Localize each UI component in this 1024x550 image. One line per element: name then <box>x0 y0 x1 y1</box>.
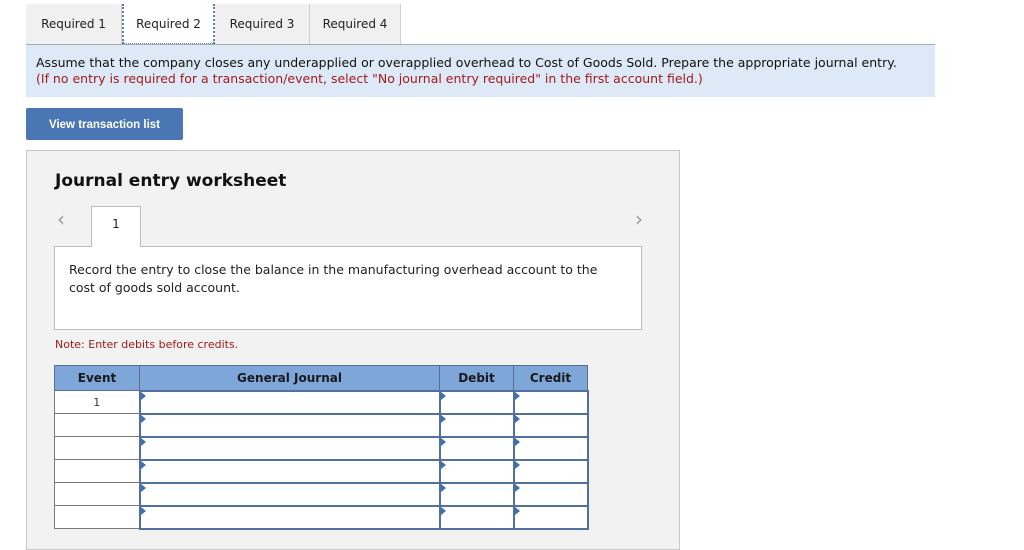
header-credit: Credit <box>513 365 588 391</box>
tab-required-4[interactable]: Required 4 <box>310 4 401 44</box>
debit-input[interactable] <box>440 391 513 413</box>
table-row <box>54 481 589 507</box>
header-general-journal: General Journal <box>139 365 440 391</box>
account-input[interactable] <box>140 506 439 528</box>
event-cell <box>54 436 140 460</box>
credit-cell[interactable] <box>512 481 589 507</box>
account-select-cell[interactable] <box>138 435 441 461</box>
debits-note: Note: Enter debits before credits. <box>55 338 239 351</box>
chevron-right-icon[interactable]: › <box>635 209 643 229</box>
journal-entry-worksheet: Journal entry worksheet ‹ › 1 Record the… <box>26 150 680 550</box>
credit-cell[interactable] <box>512 458 589 484</box>
account-input[interactable] <box>140 391 439 413</box>
account-select-cell[interactable] <box>138 458 441 484</box>
event-cell: 1 <box>54 390 140 414</box>
credit-input[interactable] <box>514 437 587 459</box>
table-row: 1 <box>54 389 589 415</box>
debit-input[interactable] <box>440 506 513 528</box>
event-tab-1[interactable]: 1 <box>91 206 141 247</box>
debit-cell[interactable] <box>438 481 515 507</box>
debit-cell[interactable] <box>438 458 515 484</box>
view-transaction-list-button[interactable]: View transaction list <box>26 108 183 140</box>
account-input[interactable] <box>140 460 439 482</box>
tab-required-2[interactable]: Required 2 <box>122 4 215 44</box>
event-cell <box>54 413 140 437</box>
debit-cell[interactable] <box>438 435 515 461</box>
credit-cell[interactable] <box>512 504 589 530</box>
event-cell <box>54 505 140 529</box>
event-description: Record the entry to close the balance in… <box>54 246 642 330</box>
header-debit: Debit <box>439 365 514 391</box>
debit-input[interactable] <box>440 460 513 482</box>
account-input[interactable] <box>140 414 439 436</box>
debit-cell[interactable] <box>438 389 515 415</box>
worksheet-title: Journal entry worksheet <box>55 171 287 191</box>
account-select-cell[interactable] <box>138 504 441 530</box>
table-row <box>54 412 589 438</box>
journal-table: Event General Journal Debit Credit 1 <box>54 365 589 530</box>
tab-required-1[interactable]: Required 1 <box>26 4 122 44</box>
requirement-tabs: Required 1 Required 2 Required 3 Require… <box>26 4 401 44</box>
chevron-left-icon[interactable]: ‹ <box>57 209 65 229</box>
debit-input[interactable] <box>440 483 513 505</box>
credit-input[interactable] <box>514 460 587 482</box>
instructions-box: Assume that the company closes any under… <box>26 45 935 97</box>
account-select-cell[interactable] <box>138 481 441 507</box>
instructions-text: Assume that the company closes any under… <box>36 55 897 70</box>
debit-input[interactable] <box>440 437 513 459</box>
instructions-note: (If no entry is required for a transacti… <box>36 71 703 86</box>
credit-input[interactable] <box>514 483 587 505</box>
debit-input[interactable] <box>440 414 513 436</box>
account-input[interactable] <box>140 437 439 459</box>
account-select-cell[interactable] <box>138 412 441 438</box>
credit-cell[interactable] <box>512 435 589 461</box>
credit-input[interactable] <box>514 414 587 436</box>
table-row <box>54 435 589 461</box>
credit-cell[interactable] <box>512 389 589 415</box>
header-event: Event <box>54 365 140 391</box>
credit-input[interactable] <box>514 391 587 413</box>
debit-cell[interactable] <box>438 504 515 530</box>
debit-cell[interactable] <box>438 412 515 438</box>
event-cell <box>54 459 140 483</box>
table-row <box>54 504 589 530</box>
event-cell <box>54 482 140 506</box>
account-select-cell[interactable] <box>138 389 441 415</box>
table-row <box>54 458 589 484</box>
tab-required-3[interactable]: Required 3 <box>215 4 310 44</box>
credit-cell[interactable] <box>512 412 589 438</box>
account-input[interactable] <box>140 483 439 505</box>
credit-input[interactable] <box>514 506 587 528</box>
